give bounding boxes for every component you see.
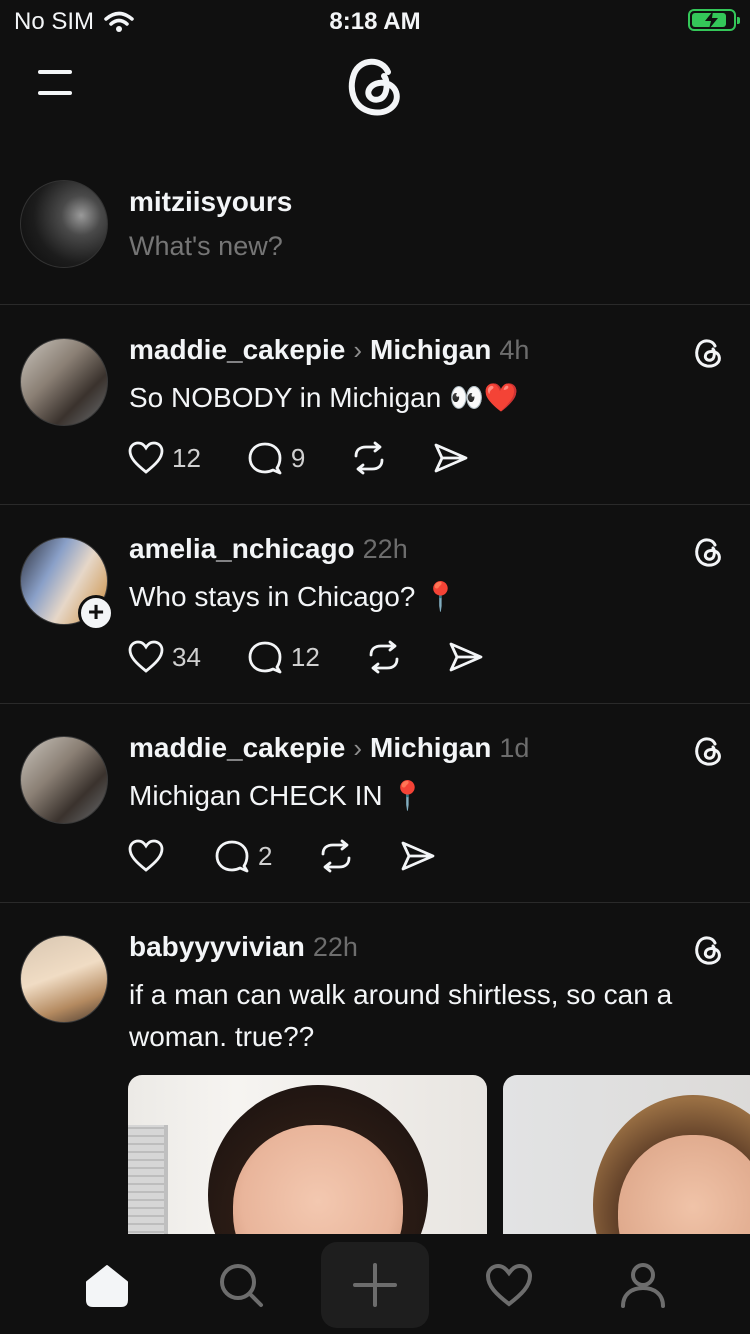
post-username[interactable]: amelia_nchicago <box>129 533 355 565</box>
battery-icon <box>688 9 740 31</box>
reply-button[interactable]: 9 <box>247 441 305 475</box>
comment-icon <box>248 641 282 674</box>
reply-count: 9 <box>290 442 306 473</box>
like-count: 34 <box>172 641 201 672</box>
post-time: 1d <box>499 733 530 763</box>
post-time: 22h <box>362 534 408 564</box>
post-image[interactable] <box>128 1075 487 1255</box>
composer-username: mitziisyours <box>129 186 293 217</box>
post-time: 22h <box>312 932 358 962</box>
threads-icon[interactable] <box>692 535 724 569</box>
home-icon[interactable] <box>72 1250 142 1320</box>
post-text: Who stays in Chicago? 📍 <box>129 581 458 612</box>
heart-icon <box>128 640 164 673</box>
avatar[interactable] <box>20 736 108 824</box>
avatar[interactable] <box>20 935 108 1023</box>
share-button[interactable] <box>448 640 484 674</box>
share-button[interactable] <box>400 839 436 873</box>
repost-button[interactable] <box>351 441 387 475</box>
like-button[interactable] <box>128 839 172 873</box>
post-actions: 2 <box>128 836 436 876</box>
threads-logo-icon[interactable] <box>342 50 406 122</box>
post-image[interactable] <box>503 1075 750 1255</box>
post-actions: 34 12 <box>128 637 484 677</box>
repost-button[interactable] <box>366 640 402 674</box>
threads-icon[interactable] <box>692 933 724 967</box>
charging-bolt-icon <box>705 11 718 29</box>
heart-icon <box>128 839 164 872</box>
compose-icon <box>353 1263 397 1307</box>
threads-icon[interactable] <box>692 336 724 370</box>
header <box>0 40 750 140</box>
post-username[interactable]: babyyyvivian <box>129 931 305 963</box>
send-icon <box>434 443 468 473</box>
repost-icon <box>322 839 351 873</box>
heart-icon <box>128 441 164 474</box>
repost-icon <box>354 441 384 475</box>
like-button[interactable]: 12 <box>128 441 201 475</box>
reply-button[interactable]: 12 <box>247 640 320 674</box>
chevron-right-icon: › <box>353 733 363 763</box>
post-header: amelia_nchicago 22h <box>129 533 408 565</box>
reply-count: 12 <box>290 641 320 672</box>
post-community[interactable]: Michigan <box>370 732 491 764</box>
post-text: Michigan CHECK IN 📍 <box>129 780 426 811</box>
compose-button[interactable] <box>321 1242 429 1328</box>
avatar[interactable] <box>20 338 108 426</box>
search-icon[interactable] <box>206 1250 276 1320</box>
comment-icon <box>248 442 282 475</box>
repost-button[interactable] <box>318 839 354 873</box>
post-item[interactable]: maddie_cakepie › Michigan 4h So NOBODY i… <box>0 306 750 505</box>
post-header: babyyyvivian 22h <box>129 931 358 963</box>
send-icon <box>449 642 483 672</box>
like-button[interactable]: 34 <box>128 640 201 674</box>
reply-button[interactable]: 2 <box>214 839 272 873</box>
profile-icon[interactable] <box>608 1250 678 1320</box>
comment-icon <box>215 840 249 873</box>
post-community[interactable]: Michigan <box>370 334 491 366</box>
repost-icon <box>369 640 399 674</box>
post-username[interactable]: maddie_cakepie <box>129 334 345 366</box>
new-post-composer[interactable]: mitziisyours <box>0 165 750 305</box>
activity-heart-icon[interactable] <box>474 1250 544 1320</box>
status-bar: No SIM 8:18 AM <box>0 0 750 40</box>
post-item[interactable]: maddie_cakepie › Michigan 1d Michigan CH… <box>0 704 750 903</box>
threads-icon[interactable] <box>692 734 724 768</box>
whats-new-input[interactable] <box>129 231 689 262</box>
post-actions: 12 9 <box>128 438 469 478</box>
chevron-right-icon: › <box>353 335 363 365</box>
post-text: if a man can walk around shirtless, so c… <box>129 979 673 1052</box>
send-icon <box>402 841 435 871</box>
share-button[interactable] <box>433 441 469 475</box>
post-time: 4h <box>499 335 530 365</box>
avatar[interactable] <box>20 180 108 268</box>
post-header: maddie_cakepie › Michigan 1d <box>129 732 529 764</box>
post-username[interactable]: maddie_cakepie <box>129 732 345 764</box>
post-text: So NOBODY in Michigan 👀❤️ <box>129 382 519 413</box>
bottom-tab-bar <box>0 1234 750 1334</box>
hamburger-menu-icon[interactable] <box>36 68 76 100</box>
like-count: 12 <box>172 442 201 473</box>
post-item[interactable]: + amelia_nchicago 22h Who stays in Chica… <box>0 505 750 704</box>
reply-count: 2 <box>258 840 273 871</box>
post-header: maddie_cakepie › Michigan 4h <box>129 334 529 366</box>
status-time: 8:18 AM <box>329 8 421 35</box>
follow-plus-icon[interactable]: + <box>78 595 114 631</box>
